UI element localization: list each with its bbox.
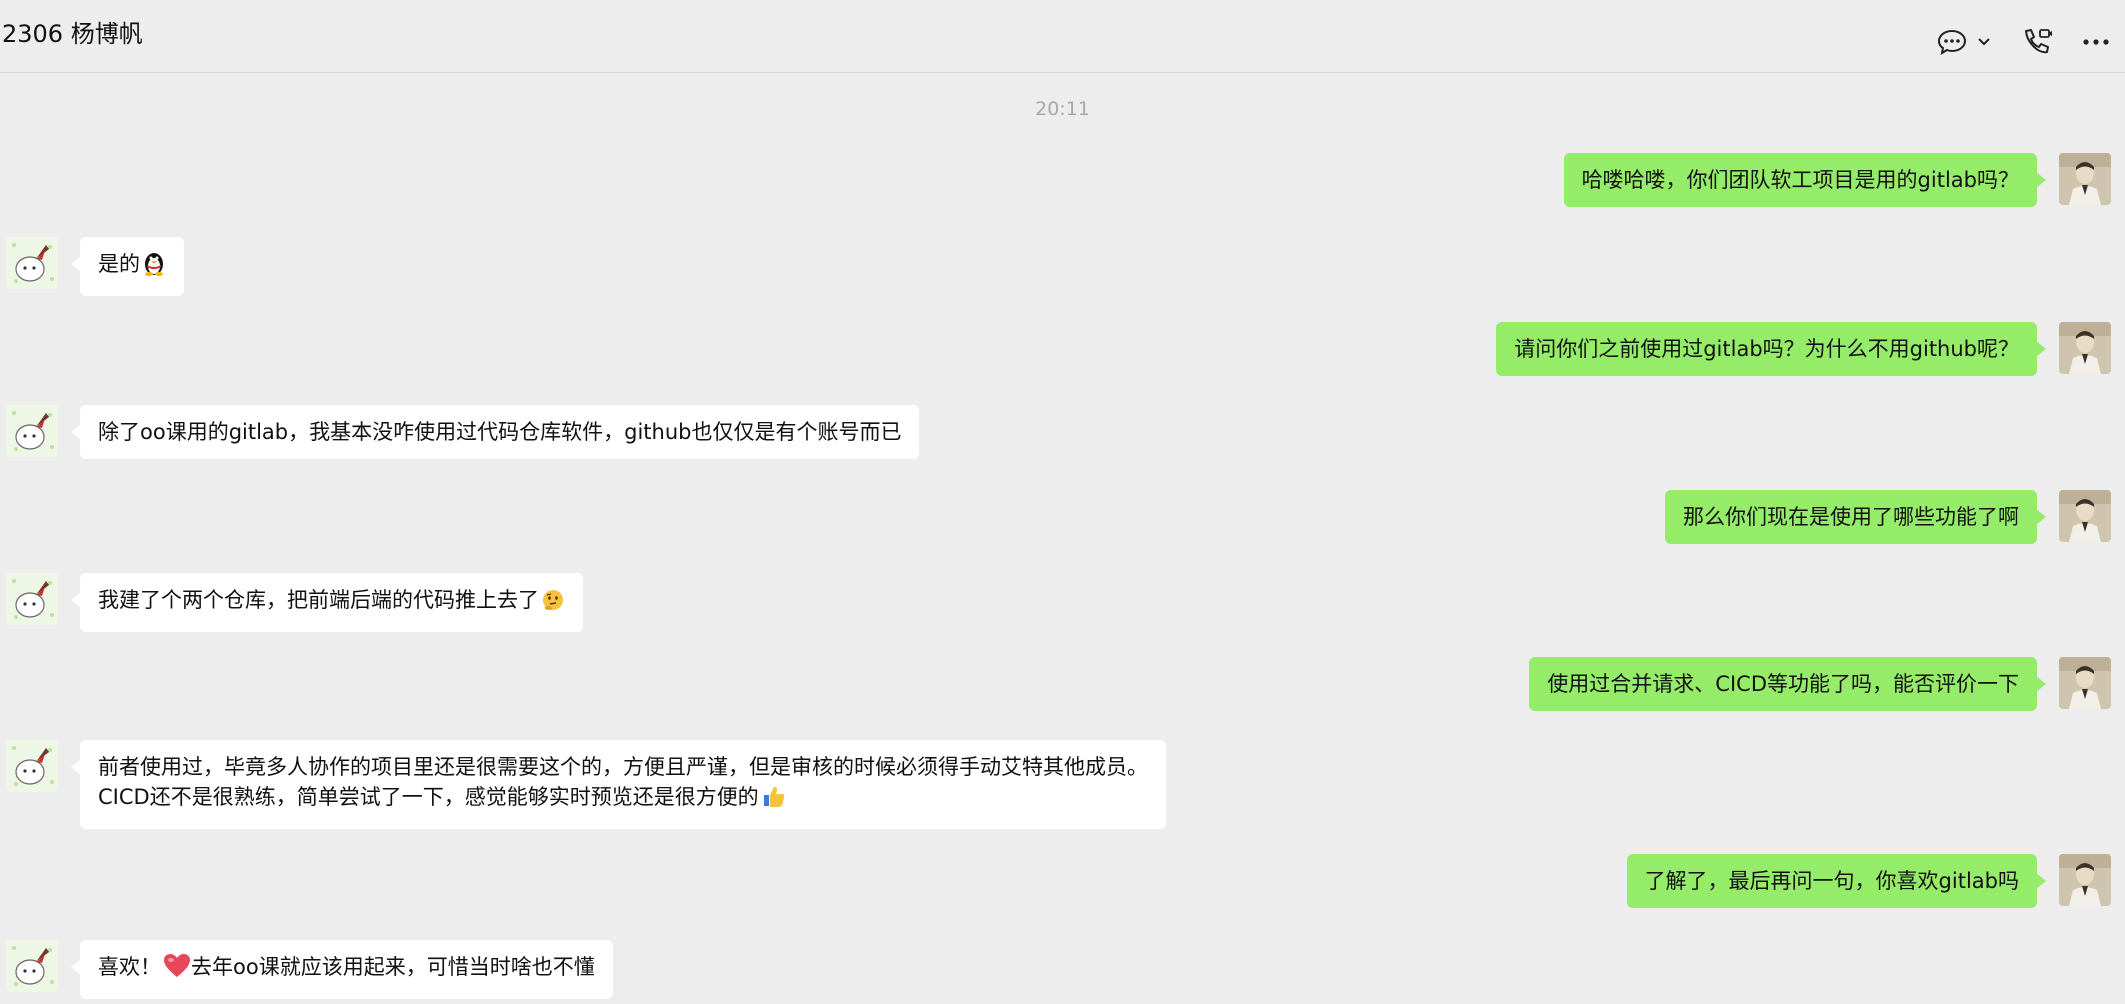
message-text: 使用过合并请求、CICD等功能了吗，能否评价一下 [1547,672,2019,696]
chat-icon[interactable] [1934,20,1970,64]
message-text: 哈喽哈喽，你们团队软工项目是用的gitlab吗？ [1581,168,2019,192]
more-icon[interactable] [2078,20,2114,64]
message-text-before: 喜欢！ [98,955,161,979]
thinking-face-emoji [541,588,565,620]
message-bubble-received[interactable]: 前者使用过，毕竟多人协作的项目里还是很需要这个的，方便且严谨，但是审核的时候必须… [71,740,1166,829]
message-text: 是的 [98,252,140,276]
my-avatar[interactable] [2059,657,2111,709]
thumbs-up-emoji [761,783,787,817]
message-bubble-received[interactable]: 是的 [71,237,184,296]
message-text: 除了oo课用的gitlab，我基本没咋使用过代码仓库软件，github也仅仅是有… [98,420,902,444]
chat-title: 2306 杨博帆 [2,20,143,48]
my-avatar[interactable] [2059,490,2111,542]
message-bubble-sent[interactable]: 那么你们现在是使用了哪些功能了啊 [1665,490,2046,544]
message-bubble-sent[interactable]: 哈喽哈喽，你们团队软工项目是用的gitlab吗？ [1563,153,2047,207]
message-text: 请问你们之前使用过gitlab吗？为什么不用github呢？ [1514,337,2019,361]
heart-emoji [163,953,191,987]
contact-avatar[interactable] [6,237,58,289]
my-avatar[interactable] [2059,322,2111,374]
message-bubble-received[interactable]: 我建了个两个仓库，把前端后端的代码推上去了 [71,573,583,632]
my-avatar[interactable] [2059,153,2111,205]
penguin-emoji [142,250,166,284]
message-timestamp: 20:11 [1035,98,1090,120]
message-text: 我建了个两个仓库，把前端后端的代码推上去了 [98,588,539,612]
message-bubble-received[interactable]: 喜欢！ 去年oo课就应该用起来，可惜当时啥也不懂 [71,940,613,999]
message-text: 那么你们现在是使用了哪些功能了啊 [1683,505,2019,529]
message-bubble-received[interactable]: 除了oo课用的gitlab，我基本没咋使用过代码仓库软件，github也仅仅是有… [70,405,920,459]
message-text: 了解了，最后再问一句，你喜欢gitlab吗 [1644,869,2019,893]
message-bubble-sent[interactable]: 了解了，最后再问一句，你喜欢gitlab吗 [1626,854,2047,908]
contact-avatar[interactable] [6,573,58,625]
contact-avatar[interactable] [6,740,58,792]
contact-avatar[interactable] [6,405,58,457]
message-text-line-1: 前者使用过，毕竟多人协作的项目里还是很需要这个的，方便且严谨，但是审核的时候必须… [98,755,1148,779]
phone-video-icon[interactable] [2018,20,2056,64]
chat-header: 2306 杨博帆 [0,0,2125,73]
message-bubble-sent[interactable]: 请问你们之前使用过gitlab吗？为什么不用github呢？ [1496,322,2046,376]
chevron-down-icon[interactable] [1974,20,1994,64]
contact-avatar[interactable] [6,940,58,992]
my-avatar[interactable] [2059,854,2111,906]
message-text-after: 去年oo课就应该用起来，可惜当时啥也不懂 [191,955,595,979]
message-text-line-2: CICD还不是很熟练，简单尝试了一下，感觉能够实时预览还是很方便的 [98,785,759,809]
message-bubble-sent[interactable]: 使用过合并请求、CICD等功能了吗，能否评价一下 [1529,657,2046,711]
